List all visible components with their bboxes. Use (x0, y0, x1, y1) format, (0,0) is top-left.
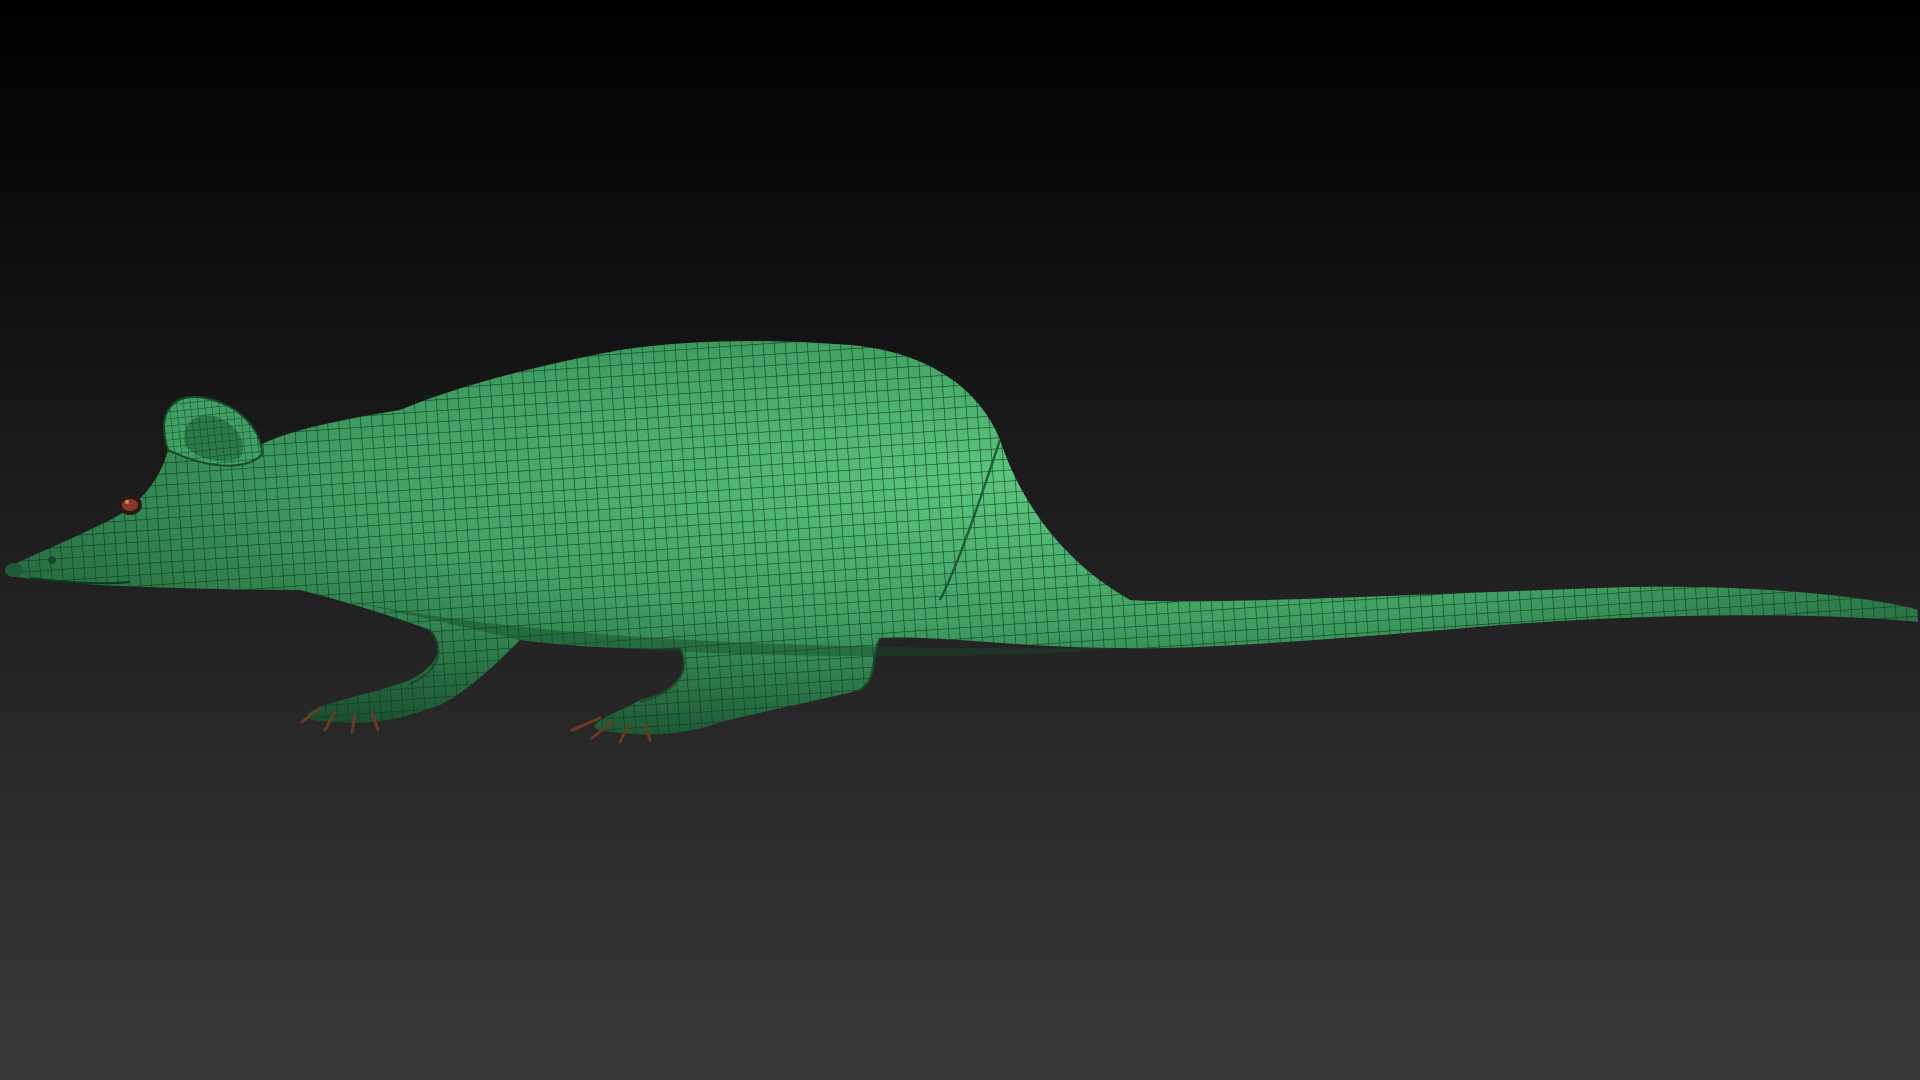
rat-eye (118, 495, 142, 515)
3d-viewport[interactable] (0, 0, 1920, 1080)
model-scene[interactable] (0, 0, 1920, 1080)
rat-ear (162, 395, 264, 467)
rat-model[interactable] (0, 300, 1920, 750)
wireframe-overlay (8, 341, 1918, 735)
